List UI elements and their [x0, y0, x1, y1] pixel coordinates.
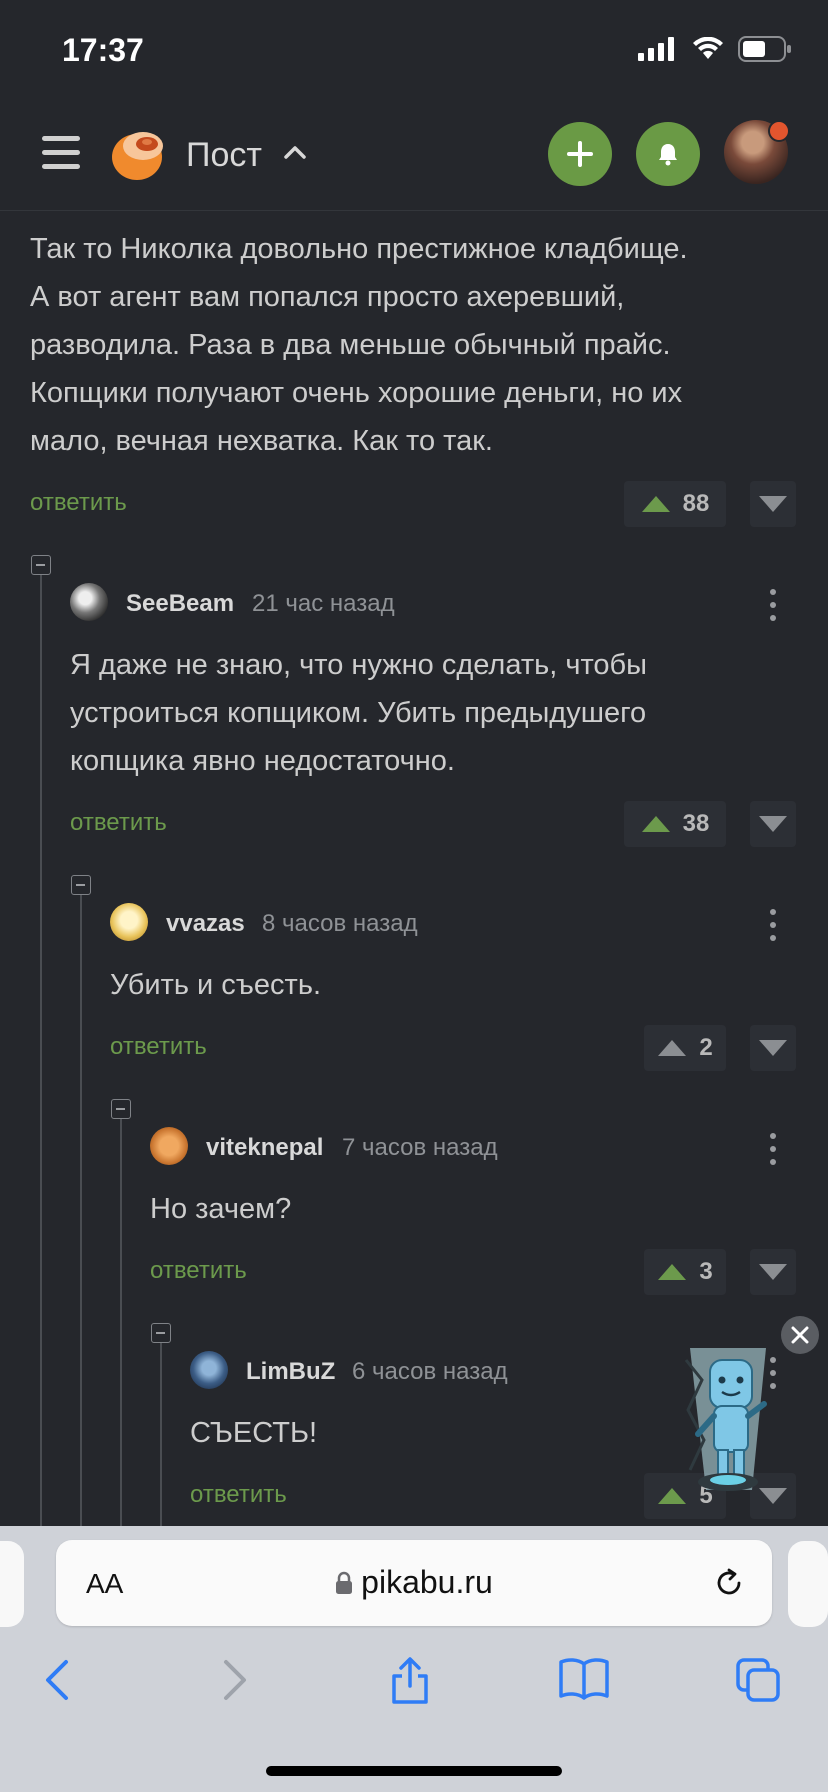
upvote-button[interactable]: 3: [644, 1249, 726, 1295]
collapse-button[interactable]: [151, 1323, 171, 1343]
reply-link[interactable]: ответить: [30, 489, 127, 517]
domain-text: pikabu.ru: [361, 1564, 493, 1600]
address-bar[interactable]: AA pikabu.ru: [56, 1540, 772, 1626]
arrow-up-icon: [658, 1040, 687, 1056]
comment-text: Убить и съесть.: [110, 969, 322, 1001]
collapse-button[interactable]: [31, 555, 51, 575]
forward-icon[interactable]: [220, 1656, 250, 1704]
rating-count: 38: [682, 810, 710, 837]
downvote-button[interactable]: [750, 801, 796, 847]
comment-author[interactable]: vvazas: [166, 910, 245, 938]
url-display[interactable]: pikabu.ru: [56, 1564, 772, 1601]
bell-icon: [659, 144, 677, 166]
upvote-button[interactable]: 38: [624, 801, 726, 847]
reply-link[interactable]: ответить: [70, 809, 167, 837]
post-text: Так то Николка довольно престижное кладб…: [30, 233, 688, 457]
menu-icon[interactable]: [42, 136, 80, 170]
comment-text: Но зачем?: [150, 1193, 292, 1225]
notifications-button[interactable]: [636, 122, 700, 186]
comment-text: СЪЕСТЬ!: [190, 1417, 318, 1449]
previous-tab-preview[interactable]: [0, 1541, 24, 1627]
browser-toolbar: [0, 1636, 828, 1792]
downvote-button[interactable]: [750, 1249, 796, 1295]
back-icon[interactable]: [42, 1656, 72, 1704]
comment-author[interactable]: LimBuZ: [246, 1358, 335, 1386]
thread-line: [120, 1119, 122, 1526]
lock-icon: [336, 1571, 353, 1594]
upvote-button[interactable]: 2: [644, 1025, 726, 1071]
comment-avatar[interactable]: [70, 583, 108, 621]
arrow-up-icon: [658, 1264, 687, 1280]
comment-time: 21 час назад: [252, 590, 395, 617]
arrow-down-icon: [759, 1264, 787, 1280]
comment-avatar[interactable]: [150, 1127, 188, 1165]
comment-avatar[interactable]: [190, 1351, 228, 1389]
comment-text: Я даже не знаю, что нужно сделать, чтобы…: [70, 649, 647, 777]
rating-count: 2: [699, 1034, 713, 1061]
cellular-signal-icon: [638, 37, 674, 61]
collapse-button[interactable]: [111, 1099, 131, 1119]
comment-author[interactable]: viteknepal: [206, 1134, 323, 1162]
comment-avatar[interactable]: [110, 903, 148, 941]
thread-line: [160, 1343, 162, 1526]
more-options-icon[interactable]: [770, 1133, 778, 1172]
close-mascot-button[interactable]: [781, 1316, 819, 1354]
more-options-icon[interactable]: [770, 909, 778, 948]
comment-author[interactable]: SeeBeam: [126, 590, 234, 618]
next-tab-preview[interactable]: [788, 1541, 828, 1627]
thread-line: [40, 575, 42, 1526]
more-options-icon[interactable]: [770, 589, 778, 628]
downvote-button[interactable]: [750, 1025, 796, 1071]
share-icon[interactable]: [388, 1656, 432, 1706]
close-icon: [791, 1326, 809, 1344]
comment-time: 6 часов назад: [352, 1358, 508, 1385]
collapse-button[interactable]: [71, 875, 91, 895]
plus-icon: [567, 141, 593, 167]
reply-link[interactable]: ответить: [110, 1033, 207, 1061]
upvote-button[interactable]: 88: [624, 481, 726, 527]
arrow-up-icon: [641, 496, 670, 512]
arrow-up-icon: [641, 816, 670, 832]
mascot-image[interactable]: [680, 1340, 780, 1496]
add-post-button[interactable]: [548, 122, 612, 186]
comment-time: 8 часов назад: [262, 910, 418, 937]
reply-link[interactable]: ответить: [190, 1481, 287, 1509]
reply-link[interactable]: ответить: [150, 1257, 247, 1285]
home-indicator: [266, 1766, 562, 1776]
status-time: 17:37: [62, 32, 144, 68]
comments-thread: Так то Николка довольно престижное кладб…: [0, 211, 828, 1526]
rating-count: 3: [699, 1258, 713, 1285]
downvote-button[interactable]: [750, 481, 796, 527]
pikabu-logo[interactable]: [110, 126, 168, 182]
arrow-down-icon: [759, 496, 787, 512]
tabs-icon[interactable]: [734, 1656, 782, 1704]
arrow-down-icon: [759, 1040, 787, 1056]
page-title[interactable]: Пост: [186, 136, 262, 175]
wifi-icon: [693, 37, 723, 59]
notification-dot: [768, 120, 790, 142]
arrow-down-icon: [759, 816, 787, 832]
comment-time: 7 часов назад: [342, 1134, 498, 1161]
rating-count: 88: [682, 490, 710, 517]
thread-line: [80, 895, 82, 1526]
reload-icon[interactable]: [712, 1566, 746, 1600]
app-header: Пост: [0, 96, 828, 211]
bookmarks-icon[interactable]: [558, 1656, 610, 1700]
battery-icon: [738, 36, 791, 62]
chevron-up-icon[interactable]: [284, 144, 306, 160]
status-bar: 17:37: [0, 0, 828, 96]
browser-address-area: AA pikabu.ru: [0, 1526, 828, 1636]
